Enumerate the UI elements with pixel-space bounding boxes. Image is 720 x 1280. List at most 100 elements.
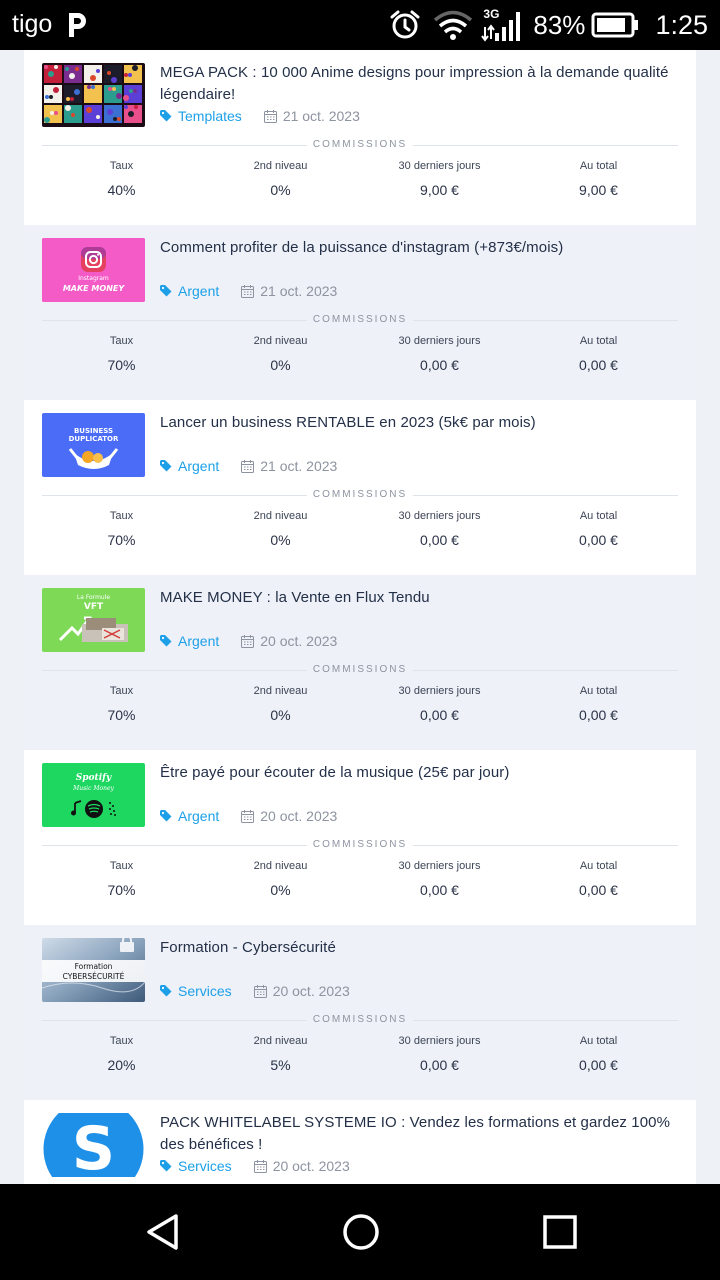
stat-last-30-days: 30 derniers jours 0,00 € xyxy=(360,860,519,898)
category-label[interactable]: Argent xyxy=(178,458,219,474)
calendar-icon xyxy=(263,109,277,123)
collage-detail xyxy=(65,67,69,71)
product-title[interactable]: MEGA PACK : 10 000 Anime designs pour im… xyxy=(160,62,680,106)
product-thumbnail[interactable]: BUSINESS DUPLICATOR xyxy=(42,413,145,477)
product-title[interactable]: Formation - Cybersécurité xyxy=(160,937,680,959)
product-thumbnail[interactable]: Instagram MAKE MONEY xyxy=(42,238,145,302)
category-tag[interactable]: Argent xyxy=(160,633,219,649)
collage-detail xyxy=(45,95,49,99)
commission-stats: Taux 70% 2nd niveau 0% 30 derniers jours 0,… xyxy=(42,685,678,723)
collage-detail xyxy=(107,71,111,75)
commission-stats: Taux 70% 2nd niveau 0% 30 derniers jours 0,… xyxy=(42,335,678,373)
collage-detail xyxy=(124,73,128,77)
category-label[interactable]: Services xyxy=(178,983,232,999)
product-card[interactable]: S PACK WHITELABEL SYSTEME IO : Vendez le… xyxy=(24,1100,696,1184)
clock: 1:25 xyxy=(655,9,708,40)
product-card[interactable]: Formation CYBERSÉCURITÉ Formation - Cybe… xyxy=(24,925,696,1100)
product-thumbnail[interactable]: Formation CYBERSÉCURITÉ xyxy=(42,938,145,1002)
category-tag[interactable]: Services xyxy=(160,1158,232,1174)
category-tag[interactable]: Services xyxy=(160,983,232,999)
back-button-icon[interactable] xyxy=(143,1212,183,1252)
stat-label: 30 derniers jours xyxy=(398,685,481,697)
recents-button-icon[interactable] xyxy=(540,1212,580,1252)
product-thumbnail[interactable]: Spotify Music Money xyxy=(42,763,145,827)
collage-detail xyxy=(53,87,59,93)
calendar-icon xyxy=(253,984,267,998)
product-thumbnail[interactable]: La Formule VFT xyxy=(42,588,145,652)
collage-detail xyxy=(69,73,75,79)
tag-icon xyxy=(160,110,172,122)
calendar-icon xyxy=(241,809,255,823)
collage-detail xyxy=(117,117,121,121)
product-card[interactable]: Instagram MAKE MONEY Comment profiter de… xyxy=(24,225,696,400)
category-label[interactable]: Services xyxy=(178,1158,232,1174)
stat-last-30-days: 30 derniers jours 0,00 € xyxy=(360,685,519,723)
calendar-icon xyxy=(241,459,255,473)
date-label: 20 oct. 2023 xyxy=(272,983,350,999)
stat-label: 2nd niveau xyxy=(253,685,308,697)
stat-last-30-days: 30 derniers jours 0,00 € xyxy=(360,1035,519,1073)
category-tag[interactable]: Argent xyxy=(160,458,219,474)
tag-icon xyxy=(160,285,172,297)
collage-detail xyxy=(49,95,53,99)
collage-detail xyxy=(86,107,92,113)
category-label[interactable]: Templates xyxy=(178,108,242,124)
stat-total: Au total 9,00 € xyxy=(519,160,678,198)
collage-detail xyxy=(108,87,112,91)
battery-percent: 83% xyxy=(533,9,586,40)
category-label[interactable]: Argent xyxy=(178,283,219,299)
carrier-name: tigo xyxy=(12,10,53,38)
thumb-text: Formation xyxy=(75,962,113,971)
collage-detail xyxy=(54,65,58,69)
collage-detail xyxy=(50,111,54,115)
stat-value: 0% xyxy=(270,707,291,723)
stat-second-level: 2nd niveau 0% xyxy=(201,685,360,723)
collage-detail xyxy=(95,91,101,97)
collage-detail xyxy=(66,97,70,101)
product-card[interactable]: MEGA PACK : 10 000 Anime designs pour im… xyxy=(24,50,696,225)
product-card[interactable]: Spotify Music Money Être payé pour écout… xyxy=(24,750,696,925)
category-tag[interactable]: Argent xyxy=(160,283,219,299)
publish-date: 20 oct. 2023 xyxy=(253,1158,350,1174)
category-tag[interactable]: Templates xyxy=(160,108,242,124)
product-title[interactable]: Lancer un business RENTABLE en 2023 (5k€… xyxy=(160,412,680,434)
commissions-heading: COMMISSIONS xyxy=(306,663,414,677)
product-thumbnail[interactable] xyxy=(42,63,145,127)
home-button-icon[interactable] xyxy=(341,1212,381,1252)
product-thumbnail[interactable]: S xyxy=(42,1113,145,1177)
product-title[interactable]: PACK WHITELABEL SYSTEME IO : Vendez les … xyxy=(160,1112,680,1156)
collage-detail xyxy=(87,85,91,89)
product-card[interactable]: BUSINESS DUPLICATOR Lancer un business R… xyxy=(24,400,696,575)
category-tag[interactable]: Argent xyxy=(160,808,219,824)
wifi-icon xyxy=(434,10,473,40)
tag-icon xyxy=(160,460,172,472)
product-title[interactable]: Comment profiter de la puissance d'insta… xyxy=(160,237,680,259)
parking-app-icon xyxy=(69,13,86,37)
product-feed[interactable]: MEGA PACK : 10 000 Anime designs pour im… xyxy=(24,50,696,1184)
collage-detail xyxy=(90,75,96,81)
product-title[interactable]: Être payé pour écouter de la musique (25… xyxy=(160,762,680,784)
stat-total: Au total 0,00 € xyxy=(519,335,678,373)
cybersecurity-thumbnail-image: Formation CYBERSÉCURITÉ xyxy=(42,938,145,1002)
product-card[interactable]: La Formule VFT MAKE MONEY : la Vente en … xyxy=(24,575,696,750)
collage-detail xyxy=(117,71,121,75)
stat-taux: Taux 20% xyxy=(42,1035,201,1073)
thumb-text: MAKE MONEY xyxy=(63,284,126,293)
collage-detail xyxy=(54,111,58,115)
collage-detail xyxy=(65,105,71,111)
collage-detail xyxy=(75,67,79,71)
stat-label: Au total xyxy=(579,510,618,522)
stat-taux: Taux 70% xyxy=(42,685,201,723)
date-label: 20 oct. 2023 xyxy=(260,633,338,649)
stat-label: Au total xyxy=(579,160,618,172)
commissions-heading: COMMISSIONS xyxy=(306,838,414,852)
stat-label: 2nd niveau xyxy=(253,860,308,872)
commissions-heading: COMMISSIONS xyxy=(306,1013,414,1027)
date-label: 21 oct. 2023 xyxy=(282,108,360,124)
thumb-text: CYBERSÉCURITÉ xyxy=(63,972,125,981)
product-title[interactable]: MAKE MONEY : la Vente en Flux Tendu xyxy=(160,587,680,609)
stat-label: Taux xyxy=(109,1035,134,1047)
category-label[interactable]: Argent xyxy=(178,633,219,649)
collage-tile xyxy=(84,105,102,123)
category-label[interactable]: Argent xyxy=(178,808,219,824)
